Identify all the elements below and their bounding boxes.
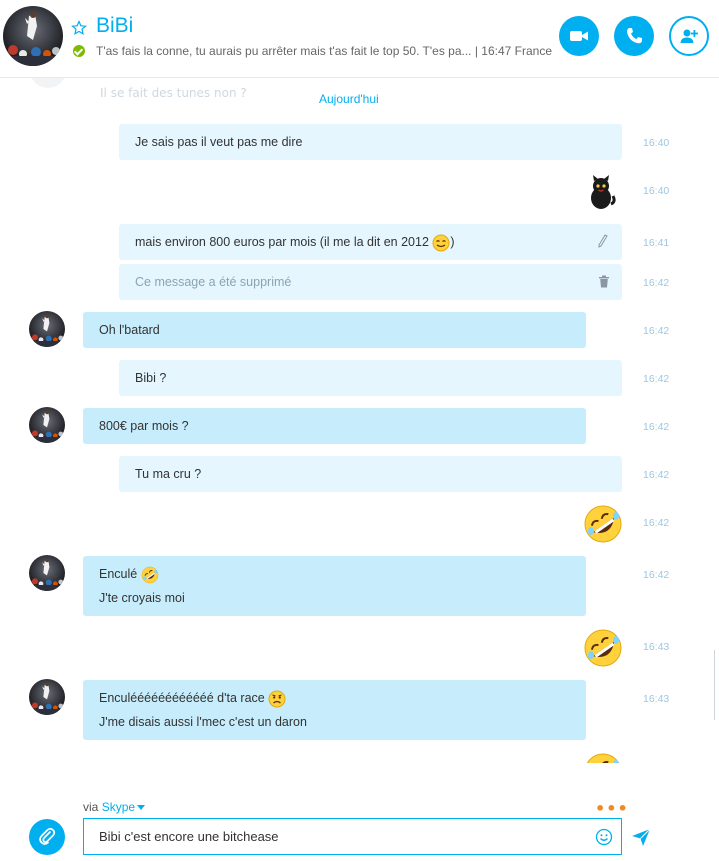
conversation-header: BiBi T'as fais la conne, tu aurais pu ar… <box>0 0 719 78</box>
message-time: 16:41 <box>643 237 670 249</box>
sender-avatar[interactable] <box>29 555 65 591</box>
message-time: 16:42 <box>643 517 670 529</box>
audio-call-button[interactable] <box>614 16 654 56</box>
message-text: J'te croyais moi <box>99 591 185 605</box>
message-text: Oh l'batard <box>99 323 160 337</box>
message-text: Enculéééééééééééé d'ta race <box>99 686 570 710</box>
message-input[interactable]: Bibi c'est encore une bitchease <box>83 818 622 855</box>
attach-button[interactable] <box>29 819 65 855</box>
scrollbar[interactable] <box>714 650 719 720</box>
message-text: Je sais pas il veut pas me dire <box>135 135 303 149</box>
favorite-star-icon[interactable] <box>71 20 87 36</box>
contact-avatar[interactable] <box>3 6 63 66</box>
video-camera-icon <box>570 31 588 41</box>
via-skype-selector[interactable]: via Skype <box>83 800 146 814</box>
day-separator: Aujourd'hui <box>319 92 379 106</box>
deleted-message[interactable]: Ce message a été supprimé <box>119 264 622 300</box>
message-time: 16:42 <box>643 325 670 337</box>
wink-smile-icon <box>432 234 450 252</box>
message-time: 16:42 <box>643 421 670 433</box>
online-status-icon <box>73 45 85 57</box>
outgoing-message[interactable]: Je sais pas il veut pas me dire <box>119 124 622 160</box>
emoticon-picker-icon[interactable] <box>595 828 613 846</box>
message-history[interactable]: Il se fait des tunes non ? Aujourd'hui J… <box>0 78 719 763</box>
paperclip-icon <box>39 827 56 845</box>
send-icon[interactable] <box>631 827 651 847</box>
incoming-message[interactable]: 800€ par mois ? <box>83 408 586 444</box>
cat-sticker-icon[interactable] <box>586 174 616 210</box>
phone-icon <box>627 28 642 44</box>
trash-icon <box>599 275 609 288</box>
message-input-text: Bibi c'est encore une bitchease <box>99 829 279 844</box>
faded-avatar <box>30 78 66 88</box>
laugh-emoticon-icon[interactable] <box>583 504 623 544</box>
message-text: J'me disais aussi l'mec c'est un daron <box>99 715 307 729</box>
outgoing-message[interactable]: Tu ma cru ? <box>119 456 622 492</box>
laugh-icon <box>141 566 159 584</box>
outgoing-message[interactable]: Bibi ? <box>119 360 622 396</box>
sender-avatar[interactable] <box>29 311 65 347</box>
mood-message: T'as fais la conne, tu aurais pu arrêter… <box>96 44 552 58</box>
message-time: 16:43 <box>643 641 670 653</box>
edited-pencil-icon <box>598 234 608 248</box>
laugh-emoticon-icon[interactable] <box>583 628 623 668</box>
more-options-icon[interactable]: ••• <box>595 799 629 818</box>
video-call-button[interactable] <box>559 16 599 56</box>
laugh-emoticon-icon[interactable] <box>583 752 623 763</box>
contact-name[interactable]: BiBi <box>96 14 133 38</box>
message-text: Enculé <box>99 562 570 586</box>
message-text: mais environ 800 euros par mois (il me l… <box>135 230 606 254</box>
message-time: 16:42 <box>643 569 670 581</box>
message-time: 16:42 <box>643 277 670 289</box>
sender-avatar[interactable] <box>29 679 65 715</box>
via-label: via <box>83 800 99 814</box>
message-time: 16:42 <box>643 373 670 385</box>
sender-avatar[interactable] <box>29 407 65 443</box>
message-text: Tu ma cru ? <box>135 467 202 481</box>
message-text: Ce message a été supprimé <box>135 275 292 289</box>
message-text: 800€ par mois ? <box>99 419 189 433</box>
add-user-icon <box>680 29 698 43</box>
incoming-message[interactable]: Enculéééééééééééé d'ta race J'me disais … <box>83 680 586 740</box>
incoming-message[interactable]: Oh l'batard <box>83 312 586 348</box>
message-time: 16:40 <box>643 137 670 149</box>
faded-previous-message: Il se fait des tunes non ? <box>100 86 247 100</box>
message-time: 16:40 <box>643 185 670 197</box>
message-time: 16:42 <box>643 469 670 481</box>
network-label: Skype <box>101 800 136 814</box>
add-people-button[interactable] <box>669 16 709 56</box>
message-text: Bibi ? <box>135 371 167 385</box>
incoming-message[interactable]: Enculé J'te croyais moi <box>83 556 586 616</box>
message-time: 16:43 <box>643 693 670 705</box>
outgoing-message[interactable]: mais environ 800 euros par mois (il me l… <box>119 224 622 260</box>
message-composer: via Skype ••• Bibi c'est encore une bitc… <box>0 763 719 861</box>
sad-icon <box>268 690 286 708</box>
chevron-down-icon <box>137 805 146 811</box>
